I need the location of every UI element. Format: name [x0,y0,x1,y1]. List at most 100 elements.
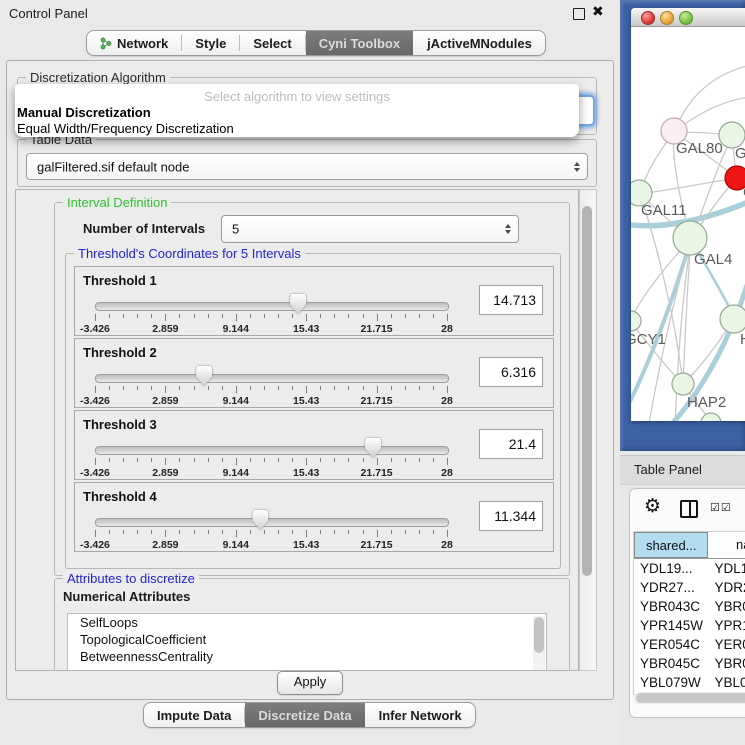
slider-tick [151,458,152,462]
threshold-value-field[interactable]: 21.4 [479,429,543,459]
network-node-h[interactable] [720,305,745,333]
tab-label: Discretize Data [258,708,351,723]
slider-track[interactable] [95,374,449,383]
attributes-group: Attributes to discretize Numerical Attri… [54,578,570,671]
slider-track[interactable] [95,518,449,527]
table-cell: YDL1 [708,559,745,578]
table-row[interactable]: YBL079WYBL0 [634,673,745,692]
slider-tick [137,386,138,390]
slider-tick [363,530,364,534]
number-of-intervals-combobox[interactable]: 5 [221,215,519,243]
slider-thumb[interactable] [252,510,268,530]
network-edge[interactable] [640,178,736,194]
table-row[interactable]: YER054CYER0 [634,635,745,654]
tab-network[interactable]: Network [87,31,181,55]
threshold-slider-3[interactable]: -3.4262.8599.14415.4321.71528 [95,437,447,477]
tab-discretize-data[interactable]: Discretize Data [245,703,364,727]
threshold-slider-1[interactable]: -3.4262.8599.14415.4321.71528 [95,293,447,333]
slider-tick [278,314,279,318]
table-panel-title: Table Panel [634,462,702,477]
slider-thumb[interactable] [290,294,306,314]
table-cell: YBR0 [708,597,745,616]
slider-tick [405,530,406,534]
slider-track[interactable] [95,302,449,311]
scrollbar-thumb[interactable] [582,206,592,576]
slider-tick [151,386,152,390]
slider-tick [391,458,392,462]
node-table[interactable]: shared...na YDL19...YDL1YDR27...YDR2YBR0… [633,531,745,695]
network-node-gcy1[interactable] [631,311,641,331]
threshold-value-field[interactable]: 14.713 [479,285,543,315]
slider-tick [123,530,124,534]
slider-thumb[interactable] [196,366,212,386]
split-columns-icon[interactable] [680,500,698,518]
table-row[interactable]: YDR27...YDR2 [634,578,745,597]
slider-tick [236,530,237,537]
slider-tick [278,386,279,390]
slider-tick [95,314,96,321]
slider-track[interactable] [95,446,449,455]
tab-select[interactable]: Select [240,31,304,55]
threshold-value-field[interactable]: 6.316 [479,357,543,387]
table-data-combobox[interactable]: galFiltered.sif default node [26,153,588,180]
slider-tick [208,530,209,534]
zoom-traffic-light-icon[interactable] [679,11,693,25]
slider-tick [208,314,209,318]
numerical-attributes-list[interactable]: SelfLoopsTopologicalCoefficientBetweenne… [67,613,547,671]
tab-cyni-toolbox[interactable]: Cyni Toolbox [306,31,413,55]
close-icon[interactable]: ✖ [592,4,604,20]
tab-jactivemnodules[interactable]: jActiveMNodules [414,31,545,55]
table-row[interactable]: YPR145WYPR1 [634,616,745,635]
algorithm-option-equal-width[interactable]: Equal Width/Frequency Discretization [17,121,234,136]
network-node-gal4[interactable] [673,221,707,255]
scrollbar-thumb[interactable] [636,693,745,703]
tab-label: Impute Data [157,708,231,723]
attribute-list-item[interactable]: TopologicalCoefficient [68,631,546,648]
gear-icon[interactable]: ⚙ [644,495,661,517]
tab-impute-data[interactable]: Impute Data [144,703,244,727]
attribute-list-item[interactable]: BetweennessCentrality [68,648,546,665]
table-header-name[interactable]: na [708,532,745,558]
threshold-panel-1: Threshold 1-3.4262.8599.14415.4321.71528… [74,266,554,336]
combo-stepper-icon [574,162,580,172]
slider-tick [377,386,378,393]
apply-button[interactable]: Apply [277,671,343,695]
table-row[interactable]: YBR045CYBR0 [634,654,745,673]
table-row[interactable]: YBR043CYBR0 [634,597,745,616]
slider-tick [236,458,237,465]
attributes-scrollbar[interactable] [533,616,545,670]
slider-thumb[interactable] [365,438,381,458]
settings-scrollbar[interactable] [579,189,597,671]
slider-tick [363,386,364,390]
minimize-traffic-light-icon[interactable] [660,11,674,25]
select-columns-icon[interactable]: ☑☑ [710,501,732,514]
network-canvas[interactable]: GAL80GCGAL11GAL4GCY1HHAP2 [631,27,745,421]
threshold-value-field[interactable]: 11.344 [479,501,543,531]
close-traffic-light-icon[interactable] [641,11,655,25]
algorithm-option-manual[interactable]: Manual Discretization [17,105,151,120]
table-row[interactable]: YDL19...YDL1 [634,559,745,578]
threshold-slider-2[interactable]: -3.4262.8599.14415.4321.71528 [95,365,447,405]
slider-tick [165,458,166,465]
slider-tick [151,530,152,534]
float-window-icon[interactable] [573,8,585,20]
slider-tick [137,314,138,318]
slider-tick [151,314,152,318]
tab-label: Style [195,36,226,51]
network-node[interactable] [701,413,721,421]
slider-tick [250,386,251,390]
table-header-shared-name[interactable]: shared... [634,532,708,558]
tab-infer-network[interactable]: Infer Network [366,703,475,727]
slider-tick [165,386,166,393]
slider-tick [433,530,434,534]
attribute-list-item[interactable]: SelfLoops [68,614,546,631]
table-horizontal-scrollbar[interactable] [634,692,745,704]
table-cell: YBR043C [634,597,708,616]
slider-tick [222,386,223,390]
threshold-slider-4[interactable]: -3.4262.8599.14415.4321.71528 [95,509,447,549]
tab-style[interactable]: Style [182,31,239,55]
network-node-hap2[interactable] [672,373,694,395]
table-cell: YBR0 [708,654,745,673]
slider-tick [165,314,166,321]
network-node-c[interactable] [725,166,745,190]
